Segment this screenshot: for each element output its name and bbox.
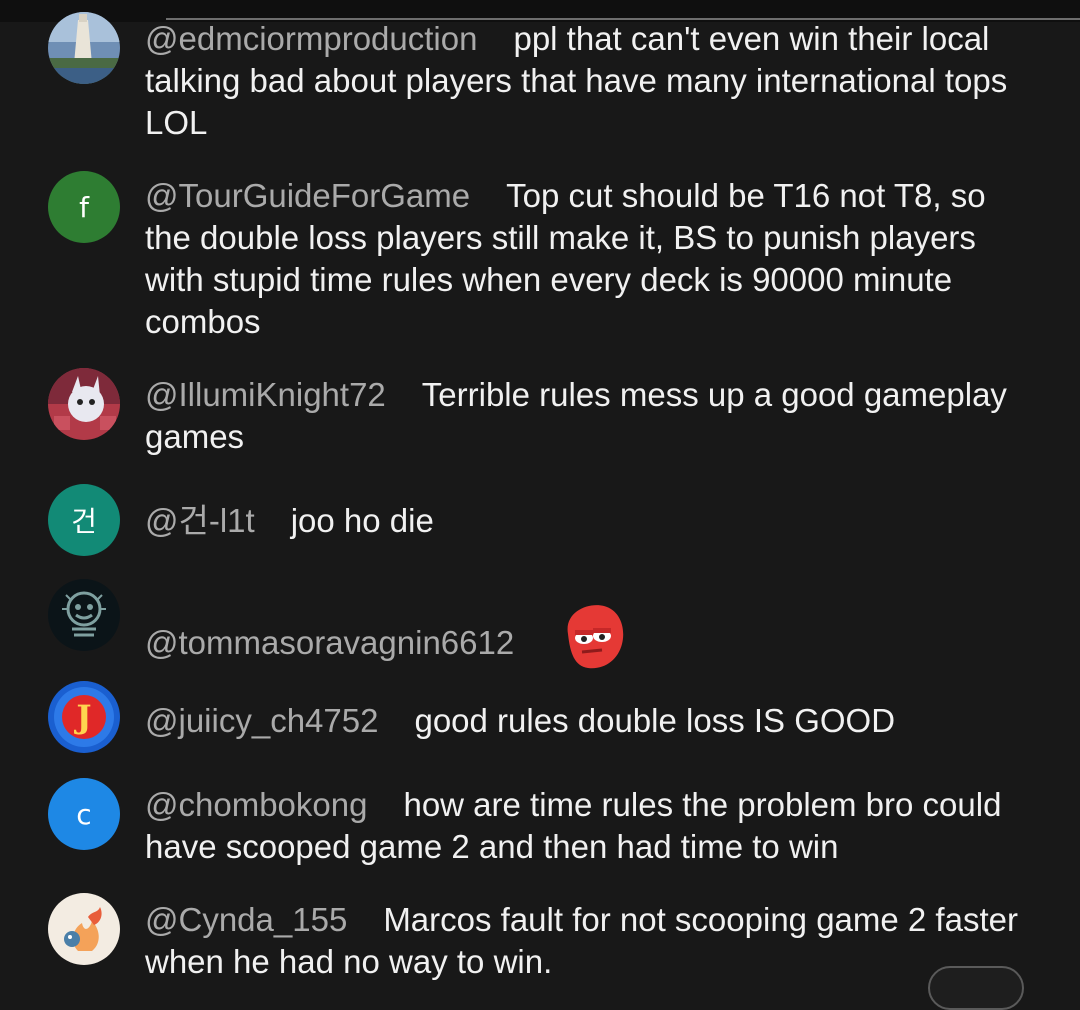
comment-body: @Cynda_155 Marcos fault for not scooping … bbox=[145, 899, 1025, 983]
avatar-letter: c bbox=[76, 797, 92, 831]
comment-body: @edmciormproduction ppl that can't even w… bbox=[145, 18, 1025, 144]
dark-logo-avatar[interactable] bbox=[48, 579, 120, 651]
floating-button-edge[interactable] bbox=[928, 966, 1024, 1010]
comment-author[interactable]: @edmciormproduction bbox=[145, 20, 477, 57]
comment-author[interactable]: @Cynda_155 bbox=[145, 901, 347, 938]
fire-creature-avatar[interactable] bbox=[48, 893, 120, 965]
red-blue-logo-avatar[interactable]: J bbox=[48, 681, 120, 753]
comment-body: @TourGuideForGame Top cut should be T16 n… bbox=[145, 175, 1025, 343]
comment-author[interactable]: @chombokong bbox=[145, 786, 367, 823]
comment-body: @tommasoravagnin6612 bbox=[145, 603, 1025, 687]
comment-text: joo ho die bbox=[290, 502, 434, 539]
letter-avatar[interactable]: f bbox=[48, 171, 120, 243]
comment-author[interactable]: @IllumiKnight72 bbox=[145, 376, 386, 413]
red-blob-eyes-emoji bbox=[554, 600, 634, 684]
comment-author[interactable]: @tommasoravagnin6612 bbox=[145, 624, 514, 661]
comment-body: @IllumiKnight72 Terrible rules mess up a … bbox=[145, 374, 1025, 458]
comment-author[interactable]: @건-l1t bbox=[145, 502, 255, 539]
comment-text: good rules double loss IS GOOD bbox=[414, 702, 896, 739]
letter-avatar[interactable]: 건 bbox=[48, 484, 120, 556]
lighthouse-landscape-avatar[interactable] bbox=[48, 12, 120, 84]
comment-body: @juiicy_ch4752 good rules double loss IS … bbox=[145, 700, 1025, 742]
comment-author[interactable]: @juiicy_ch4752 bbox=[145, 702, 378, 739]
avatar-letter: 건 bbox=[71, 505, 97, 538]
comment-body: @건-l1t joo ho die bbox=[145, 500, 1025, 542]
avatar-letter: f bbox=[79, 190, 89, 224]
comment-author[interactable]: @TourGuideForGame bbox=[145, 177, 470, 214]
letter-avatar[interactable]: c bbox=[48, 778, 120, 850]
comment-body: @chombokong how are time rules the proble… bbox=[145, 784, 1025, 868]
cartoon-character-avatar[interactable] bbox=[48, 368, 120, 440]
svg-text:J: J bbox=[73, 698, 91, 736]
